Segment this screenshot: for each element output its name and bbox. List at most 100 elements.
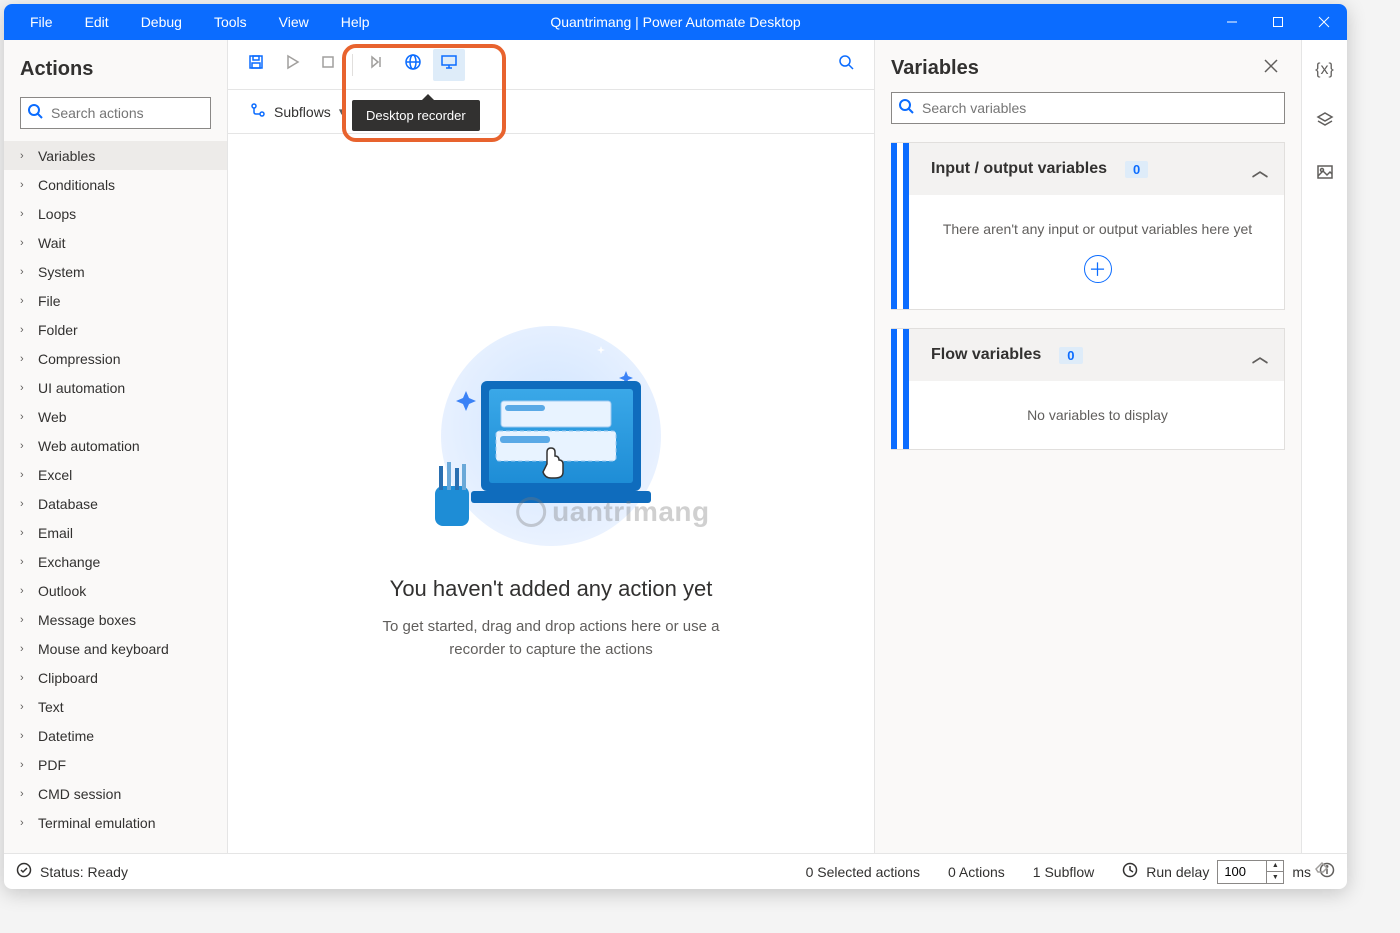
chevron-right-icon: › — [20, 353, 30, 365]
toolbar-search-button[interactable] — [830, 49, 862, 81]
actions-category[interactable]: ›Email — [4, 518, 227, 547]
search-icon — [898, 98, 914, 119]
search-icon — [27, 103, 43, 124]
actions-category-label: UI automation — [38, 380, 125, 396]
actions-category[interactable]: ›CMD session — [4, 779, 227, 808]
actions-category[interactable]: ›Web automation — [4, 431, 227, 460]
stop-button[interactable] — [312, 49, 344, 81]
empty-title: You haven't added any action yet — [390, 576, 713, 602]
eraser-icon[interactable] — [1313, 856, 1331, 879]
spin-down[interactable]: ▼ — [1267, 872, 1283, 883]
actions-category[interactable]: ›Message boxes — [4, 605, 227, 634]
run-button[interactable] — [276, 49, 308, 81]
actions-category[interactable]: ›Text — [4, 692, 227, 721]
images-tab-icon[interactable] — [1309, 158, 1341, 190]
actions-category[interactable]: ›Wait — [4, 228, 227, 257]
actions-category[interactable]: ›Mouse and keyboard — [4, 634, 227, 663]
actions-category-label: Web — [38, 409, 67, 425]
chevron-right-icon: › — [20, 672, 30, 684]
step-button[interactable] — [361, 49, 393, 81]
save-button[interactable] — [240, 49, 272, 81]
statusbar: Status: Ready 0 Selected actions 0 Actio… — [4, 853, 1347, 889]
actions-category[interactable]: ›Folder — [4, 315, 227, 344]
chevron-right-icon: › — [20, 585, 30, 597]
variables-group-count: 0 — [1059, 347, 1082, 364]
subflows-dropdown[interactable]: Subflows ▾ — [240, 96, 354, 127]
chevron-right-icon: › — [20, 614, 30, 626]
main-menu: File Edit Debug Tools View Help — [14, 6, 386, 38]
variables-group-title: Flow variables — [931, 346, 1041, 364]
minimize-button[interactable] — [1209, 4, 1255, 40]
actions-category[interactable]: ›Exchange — [4, 547, 227, 576]
desktop-recorder-button[interactable] — [433, 49, 465, 81]
chevron-up-icon[interactable]: ︿ — [1252, 157, 1268, 181]
variables-group: Flow variables0︿No variables to display — [891, 328, 1285, 450]
actions-category[interactable]: ›UI automation — [4, 373, 227, 402]
actions-search-input[interactable] — [43, 105, 232, 121]
variables-close-button[interactable] — [1257, 54, 1285, 82]
actions-category[interactable]: ›Variables — [4, 141, 227, 170]
actions-category[interactable]: ›File — [4, 286, 227, 315]
app-window: File Edit Debug Tools View Help Quantrim… — [4, 4, 1347, 889]
menu-edit[interactable]: Edit — [69, 6, 125, 38]
variables-search[interactable] — [891, 92, 1285, 124]
braces-icon: {x} — [1315, 61, 1334, 79]
menu-view[interactable]: View — [263, 6, 325, 38]
run-delay-stepper[interactable]: ▲▼ — [1217, 860, 1284, 884]
actions-category[interactable]: › Datetime — [4, 721, 227, 750]
actions-category[interactable]: ›Web — [4, 402, 227, 431]
actions-category[interactable]: ›Conditionals — [4, 170, 227, 199]
menu-tools[interactable]: Tools — [198, 6, 263, 38]
menu-debug[interactable]: Debug — [125, 6, 198, 38]
actions-category[interactable]: ›Terminal emulation — [4, 808, 227, 837]
actions-category-label: Compression — [38, 351, 120, 367]
desktop-recorder-tooltip: Desktop recorder — [352, 100, 480, 131]
actions-tree[interactable]: ›Variables›Conditionals›Loops›Wait›Syste… — [4, 141, 227, 853]
menu-file[interactable]: File — [14, 6, 69, 38]
actions-category[interactable]: › Outlook — [4, 576, 227, 605]
window-controls — [1209, 4, 1347, 40]
actions-category-label: Datetime — [38, 728, 94, 744]
chevron-right-icon: › — [20, 730, 30, 742]
stop-icon — [319, 53, 337, 76]
close-button[interactable] — [1301, 4, 1347, 40]
web-recorder-button[interactable] — [397, 49, 429, 81]
actions-category-label: Variables — [38, 148, 95, 164]
variables-search-input[interactable] — [914, 100, 1278, 116]
flow-icon — [250, 102, 266, 121]
actions-search[interactable] — [20, 97, 211, 129]
layers-icon — [1316, 111, 1334, 134]
actions-category[interactable]: ›Excel — [4, 460, 227, 489]
variables-group-empty-text: There aren't any input or output variabl… — [943, 221, 1252, 237]
actions-category-label: Outlook — [38, 583, 86, 599]
chevron-right-icon: › — [20, 469, 30, 481]
actions-category[interactable]: ›System — [4, 257, 227, 286]
close-icon — [1264, 59, 1278, 78]
spin-up[interactable]: ▲ — [1267, 861, 1283, 872]
chevron-right-icon: › — [20, 237, 30, 249]
actions-category[interactable]: ›Clipboard — [4, 663, 227, 692]
canvas-empty-state[interactable]: You haven't added any action yet To get … — [228, 134, 874, 853]
actions-category[interactable]: ›Loops — [4, 199, 227, 228]
variables-group-body: There aren't any input or output variabl… — [891, 195, 1284, 309]
actions-category[interactable]: › Compression — [4, 344, 227, 373]
variables-group-title: Input / output variables — [931, 160, 1107, 178]
chevron-up-icon[interactable]: ︿ — [1252, 343, 1268, 367]
variables-tab-icon[interactable]: {x} — [1309, 54, 1341, 86]
actions-category-label: Loops — [38, 206, 76, 222]
menu-help[interactable]: Help — [325, 6, 386, 38]
variables-group-header[interactable]: Input / output variables0︿ — [891, 143, 1284, 195]
variables-group-header[interactable]: Flow variables 0 ︿ — [891, 329, 1284, 381]
layers-tab-icon[interactable] — [1309, 106, 1341, 138]
add-variable-button[interactable]: ＋ — [1084, 255, 1112, 283]
actions-category[interactable]: ›Database — [4, 489, 227, 518]
variables-panel-title: Variables — [891, 57, 1257, 80]
maximize-button[interactable] — [1255, 4, 1301, 40]
actions-category[interactable]: ›PDF — [4, 750, 227, 779]
chevron-right-icon: › — [20, 440, 30, 452]
run-delay-input[interactable] — [1218, 864, 1266, 879]
status-text: Status: Ready — [40, 864, 128, 880]
chevron-right-icon: › — [20, 643, 30, 655]
titlebar: File Edit Debug Tools View Help Quantrim… — [4, 4, 1347, 40]
chevron-right-icon: › — [20, 701, 30, 713]
